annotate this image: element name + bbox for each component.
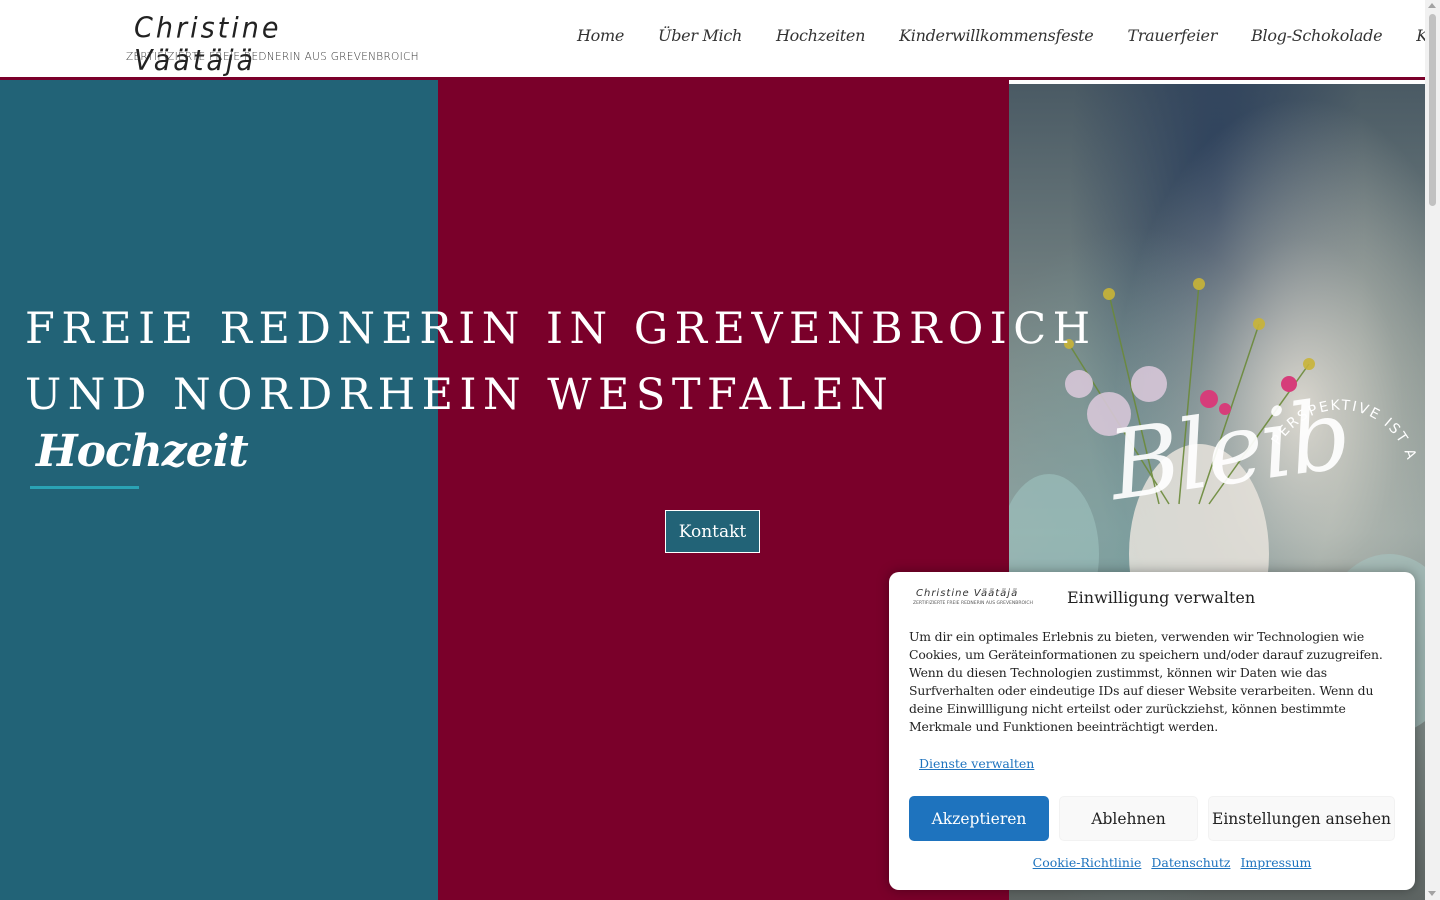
photo-arc-text: PERSPEKTIVE IST ALLES. <box>1259 316 1420 463</box>
page-scrollbar[interactable] <box>1425 0 1440 900</box>
site-logo[interactable]: Christine Väätäjä ZERTIFIZIERTE FREIE RE… <box>126 12 419 77</box>
deny-button[interactable]: Ablehnen <box>1059 796 1198 841</box>
cookie-policy-link[interactable]: Cookie-Richtlinie <box>1033 855 1142 870</box>
hero-title: FREIE REDNERIN IN GREVENBROICH UND NORDR… <box>25 296 1097 428</box>
nav-item-hochzeiten[interactable]: Hochzeiten <box>759 26 882 45</box>
manage-services-link[interactable]: Dienste verwalten <box>919 756 1034 771</box>
cookie-footer-links: Cookie-Richtlinie Datenschutz Impressum <box>889 855 1415 870</box>
imprint-link[interactable]: Impressum <box>1240 855 1311 870</box>
hero-title-line-2: UND NORDRHEIN WESTFALEN <box>25 370 895 420</box>
scroll-down-icon[interactable] <box>1428 891 1436 896</box>
site-header: Christine Väätäjä ZERTIFIZIERTE FREIE RE… <box>0 0 1440 80</box>
cookie-logo: Christine Väätäjä ZERTIFIZIERTE FREIE RE… <box>913 588 1033 612</box>
cookie-logo-name: Christine Väätäjä <box>916 588 1019 599</box>
scrollbar-thumb[interactable] <box>1429 14 1436 206</box>
view-preferences-button[interactable]: Einstellungen ansehen <box>1208 796 1395 841</box>
cookie-consent-dialog: Christine Väätäjä ZERTIFIZIERTE FREIE RE… <box>889 572 1415 890</box>
nav-item-ueber-mich[interactable]: Über Mich <box>641 26 759 45</box>
accept-button[interactable]: Akzeptieren <box>909 796 1049 841</box>
privacy-link[interactable]: Datenschutz <box>1151 855 1230 870</box>
logo-tagline: ZERTIFIZIERTE FREIE REDNERIN AUS GREVENB… <box>126 51 419 63</box>
rotating-word: Hochzeit <box>36 426 249 477</box>
main-nav: Home Über Mich Hochzeiten Kinderwillkomm… <box>560 26 1440 45</box>
hero-panel-teal <box>0 80 438 900</box>
scroll-up-icon[interactable] <box>1428 3 1436 8</box>
cookie-title: Einwilligung verwalten <box>1067 588 1256 607</box>
nav-item-kinderwillkommensfeste[interactable]: Kinderwillkommensfeste <box>882 26 1110 45</box>
rotating-word-underline <box>30 486 139 489</box>
cookie-text: Um dir ein optimales Erlebnis zu bieten,… <box>909 629 1383 734</box>
nav-item-trauerfeier[interactable]: Trauerfeier <box>1110 26 1234 45</box>
svg-text:PERSPEKTIVE IST ALLES.: PERSPEKTIVE IST ALLES. <box>1259 316 1420 463</box>
nav-item-blog-schokolade[interactable]: Blog-Schokolade <box>1234 26 1399 45</box>
hero-contact-button[interactable]: Kontakt <box>665 510 760 553</box>
cookie-logo-tagline: ZERTIFIZIERTE FREIE REDNERIN AUS GREVENB… <box>913 601 1033 606</box>
nav-item-home[interactable]: Home <box>560 26 641 45</box>
hero-title-line-1: FREIE REDNERIN IN GREVENBROICH <box>25 304 1097 354</box>
logo-name: Christine Väätäjä <box>134 12 282 78</box>
